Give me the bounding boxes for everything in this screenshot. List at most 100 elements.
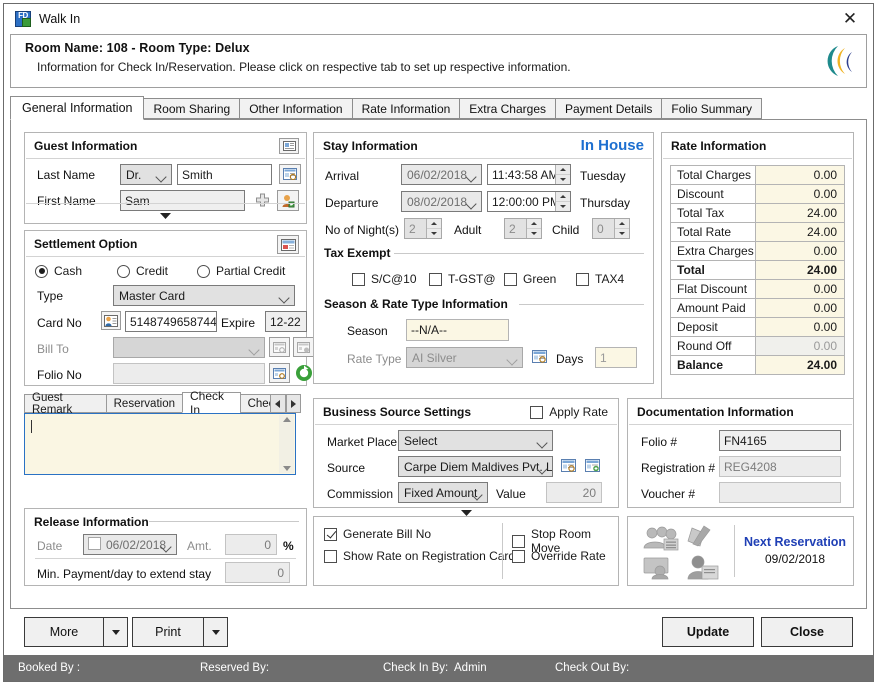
- guest-actions-icons: [638, 524, 730, 580]
- contact-card-icon[interactable]: [279, 138, 299, 154]
- commission-select[interactable]: Fixed Amount: [398, 482, 488, 503]
- settlement-radio-credit[interactable]: Credit: [117, 264, 168, 278]
- rate-information-group: Rate Information Total Charges 0.00 Disc…: [661, 132, 854, 400]
- spinner-buttons[interactable]: [555, 192, 570, 211]
- settlement-option-title: Settlement Option: [34, 237, 137, 251]
- chevron-down-icon[interactable]: [25, 209, 306, 223]
- more-button[interactable]: More: [24, 617, 104, 647]
- close-button[interactable]: Close: [761, 617, 853, 647]
- card-expire-input[interactable]: 12-22: [265, 311, 307, 332]
- tax-exempt-green-checkbox[interactable]: Green: [504, 272, 556, 286]
- spinner-buttons[interactable]: [426, 219, 441, 238]
- folio-no-input[interactable]: [113, 363, 265, 384]
- close-icon[interactable]: ✕: [827, 4, 873, 33]
- remark-tab-check-out[interactable]: Check: [240, 394, 271, 413]
- print-button[interactable]: Print: [132, 617, 204, 647]
- source-select[interactable]: Carpe Diem Maldives Pvt. Ltd: [398, 456, 553, 477]
- add-record-icon[interactable]: [293, 337, 314, 357]
- departure-time-spinner[interactable]: 12:00:00 PM: [487, 191, 571, 212]
- min-payment-input[interactable]: 0: [225, 562, 290, 583]
- voucher-number-input[interactable]: [719, 482, 841, 503]
- rate-row-value[interactable]: 24.00: [756, 260, 845, 280]
- tax-exempt-tax4-checkbox[interactable]: TAX4: [576, 272, 624, 286]
- market-place-select[interactable]: Select: [398, 430, 553, 451]
- release-amt-input[interactable]: 0: [225, 534, 277, 555]
- update-button[interactable]: Update: [662, 617, 754, 647]
- remark-scrollbar[interactable]: [279, 415, 294, 473]
- rate-row-value[interactable]: 24.00: [756, 355, 845, 375]
- lookup-icon[interactable]: [269, 337, 290, 357]
- rate-row-value[interactable]: 24.00: [756, 203, 845, 223]
- spinner-buttons[interactable]: [555, 165, 570, 184]
- settlement-radio-cash[interactable]: Cash: [35, 264, 82, 278]
- override-rate-checkbox[interactable]: Override Rate: [512, 549, 606, 563]
- days-input[interactable]: 1: [595, 347, 637, 368]
- remark-tab-check-in[interactable]: Check In: [182, 392, 241, 413]
- source-label: Source: [327, 461, 365, 475]
- rate-row-value[interactable]: 0.00: [756, 279, 845, 299]
- stay-information-title: Stay Information: [323, 139, 418, 153]
- release-date-checkbox[interactable]: [88, 537, 107, 550]
- rate-row-value[interactable]: 0.00: [756, 165, 845, 185]
- print-dropdown-button[interactable]: [204, 617, 228, 647]
- card-number-input[interactable]: 5148749658744558: [125, 311, 217, 332]
- season-input[interactable]: --N/A--: [406, 319, 509, 341]
- spin-up-icon: [556, 165, 570, 175]
- folio-number-input[interactable]: FN4165: [719, 430, 841, 451]
- remark-tab-reservation[interactable]: Reservation: [106, 394, 183, 413]
- rate-row-value[interactable]: 0.00: [756, 298, 845, 318]
- spinner-buttons[interactable]: [526, 219, 541, 238]
- prev-arrow-icon[interactable]: [270, 394, 285, 413]
- child-stepper[interactable]: 0: [592, 218, 630, 239]
- generate-bill-no-checkbox[interactable]: Generate Bill No: [324, 527, 431, 541]
- arrival-time-spinner[interactable]: 11:43:58 AM: [487, 164, 571, 185]
- first-name-label: First Name: [37, 194, 96, 208]
- tab-other-information[interactable]: Other Information: [239, 98, 352, 119]
- guest-lookup-icon[interactable]: [279, 164, 301, 184]
- add-guest-icon[interactable]: [277, 190, 299, 211]
- refresh-icon[interactable]: [293, 362, 315, 384]
- settlement-radio-partial-credit[interactable]: Partial Credit: [197, 264, 285, 278]
- spinner-buttons[interactable]: [614, 219, 629, 238]
- tab-folio-summary[interactable]: Folio Summary: [661, 98, 762, 119]
- rate-row-value[interactable]: 0.00: [756, 317, 845, 337]
- tab-extra-charges[interactable]: Extra Charges: [459, 98, 556, 119]
- guest-title-select[interactable]: Dr.: [120, 164, 172, 185]
- arrival-date-picker[interactable]: 06/02/2018: [401, 164, 482, 185]
- tab-rate-information[interactable]: Rate Information: [352, 98, 461, 119]
- next-reservation-block[interactable]: Next Reservation 09/02/2018: [740, 535, 850, 566]
- card-type-select[interactable]: Master Card: [113, 285, 295, 306]
- source-lookup-icon[interactable]: [558, 455, 579, 476]
- table-row: Deposit 0.00: [670, 317, 845, 337]
- rate-row-value[interactable]: 0.00: [756, 241, 845, 261]
- show-rate-on-registration-card-checkbox[interactable]: Show Rate on Registration Card: [324, 549, 515, 563]
- rate-lookup-icon[interactable]: [528, 346, 550, 367]
- source-add-record-icon[interactable]: [582, 455, 603, 476]
- folio-lookup-icon[interactable]: [269, 363, 290, 383]
- payment-card-icon[interactable]: [277, 235, 299, 254]
- tab-general-information[interactable]: General Information: [10, 96, 144, 120]
- tax-exempt-tgst-checkbox[interactable]: T-GST@: [429, 272, 496, 286]
- tax-exempt-sc10-checkbox[interactable]: S/C@10: [352, 272, 417, 286]
- remark-tab-guest-remark[interactable]: Guest Remark: [24, 394, 107, 413]
- commission-value-input[interactable]: 20: [546, 482, 602, 503]
- tab-room-sharing[interactable]: Room Sharing: [143, 98, 240, 119]
- next-arrow-icon[interactable]: [286, 394, 301, 413]
- plus-icon[interactable]: [251, 190, 273, 211]
- more-dropdown-button[interactable]: [104, 617, 128, 647]
- tab-payment-details[interactable]: Payment Details: [555, 98, 662, 119]
- child-value: 0: [597, 222, 604, 236]
- rate-row-value[interactable]: 24.00: [756, 222, 845, 242]
- rate-row-value[interactable]: 0.00: [756, 184, 845, 204]
- adult-stepper[interactable]: 2: [504, 218, 542, 239]
- remark-textarea[interactable]: [24, 413, 296, 475]
- nights-stepper[interactable]: 2: [404, 218, 442, 239]
- first-name-input[interactable]: Sam: [120, 190, 245, 211]
- scroll-down-icon[interactable]: [283, 466, 291, 471]
- departure-date-picker[interactable]: 08/02/2018: [401, 191, 482, 212]
- scroll-up-icon[interactable]: [283, 417, 291, 422]
- apply-rate-checkbox[interactable]: Apply Rate: [530, 405, 608, 419]
- last-name-input[interactable]: Smith: [177, 164, 272, 185]
- credit-card-icon[interactable]: [101, 311, 121, 330]
- season-label: Season: [347, 324, 388, 338]
